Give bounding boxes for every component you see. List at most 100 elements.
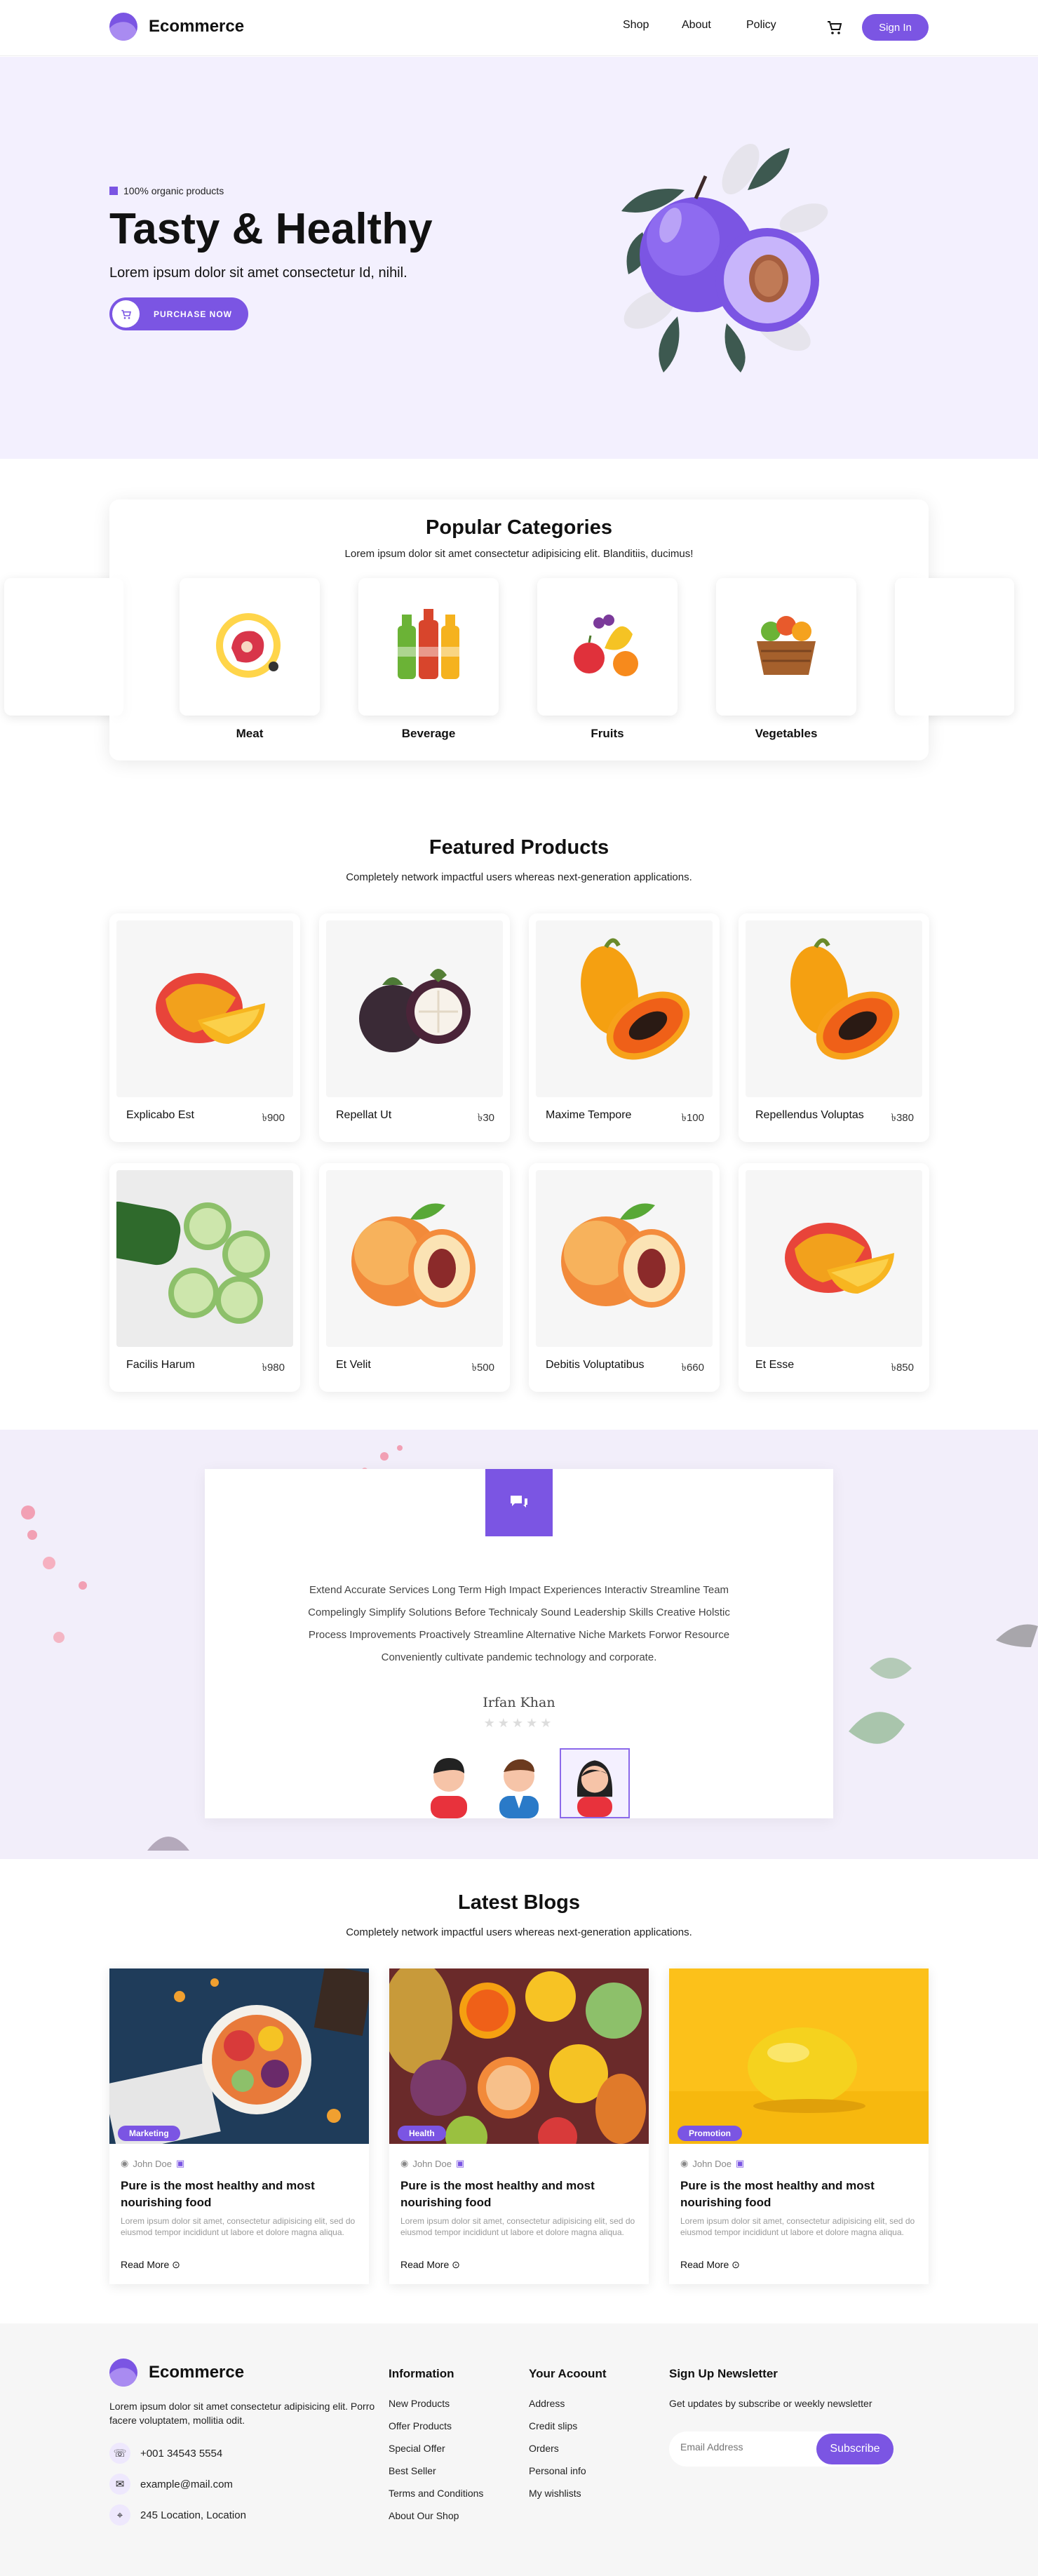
product-name[interactable]: Repellendus Voluptas — [755, 1109, 864, 1122]
product-price: ৳380 — [891, 1110, 914, 1127]
footer-account-title: Your Acoount — [529, 2367, 607, 2380]
product-price: ৳980 — [262, 1360, 285, 1377]
category-label-fruits: Fruits — [591, 727, 624, 740]
product-image[interactable] — [326, 920, 503, 1097]
footer-phone[interactable]: ☏ +001 34543 5554 — [109, 2443, 222, 2464]
chat-icon — [485, 1469, 553, 1536]
product-image[interactable] — [536, 920, 713, 1097]
product-image[interactable] — [116, 1170, 293, 1347]
testimonial-line: Process Improvements Proactively Streaml… — [308, 1629, 730, 1641]
logo-icon — [109, 2359, 137, 2387]
subscribe-button[interactable]: Subscribe — [816, 2434, 894, 2464]
blog-category-badge[interactable]: Health — [398, 2126, 446, 2141]
product-card[interactable]: Facilis Harum ৳980 — [109, 1163, 300, 1392]
read-more-link[interactable]: Read More ⊙ — [400, 2259, 460, 2271]
footer-link[interactable]: Address — [529, 2398, 565, 2409]
price-value: 850 — [896, 1362, 914, 1374]
category-card-beverage[interactable] — [358, 578, 499, 716]
purchase-now-button[interactable]: PURCHASE NOW — [109, 297, 248, 330]
cart-icon[interactable] — [826, 19, 843, 39]
nav-policy[interactable]: Policy — [746, 19, 776, 32]
footer-link[interactable]: About Our Shop — [389, 2510, 459, 2521]
blog-card[interactable]: Marketing ◉ John Doe ▣ Pure is the most he… — [109, 1968, 369, 2284]
product-card[interactable]: Et Velit ৳500 — [319, 1163, 510, 1392]
product-name[interactable]: Repellat Ut — [336, 1109, 391, 1122]
category-card-meat[interactable] — [180, 578, 320, 716]
footer-location: ⌖ 245 Location, Location — [109, 2504, 246, 2525]
product-image[interactable] — [326, 1170, 503, 1347]
product-name[interactable]: Explicabo Est — [126, 1109, 194, 1122]
brand-logo[interactable]: Ecommerce — [109, 13, 244, 41]
testimonial-line: Extend Accurate Services Long Term High … — [309, 1584, 729, 1596]
newsletter-text: Get updates by subscribe or weekly newsl… — [669, 2398, 872, 2409]
price-value: 100 — [686, 1112, 704, 1124]
arrow-circle-icon: ⊙ — [732, 2259, 740, 2270]
footer-link[interactable]: Credit slips — [529, 2420, 577, 2431]
footer-link[interactable]: My wishlists — [529, 2488, 581, 2499]
category-card-fruits[interactable] — [537, 578, 678, 716]
blog-meta: ◉ John Doe ▣ — [400, 2158, 464, 2169]
product-image[interactable] — [116, 920, 293, 1097]
footer-link[interactable]: Orders — [529, 2443, 559, 2454]
product-card[interactable]: Explicabo Est ৳900 — [109, 913, 300, 1142]
product-card[interactable]: Repellendus Voluptas ৳380 — [739, 913, 929, 1142]
product-name[interactable]: Et Velit — [336, 1359, 371, 1371]
featured-subtitle: Completely network impactful users where… — [346, 871, 692, 883]
product-name[interactable]: Et Esse — [755, 1359, 794, 1371]
location-pin-icon: ⌖ — [109, 2504, 130, 2525]
organic-tag: 100% organic products — [109, 185, 224, 196]
product-name[interactable]: Maxime Tempore — [546, 1109, 631, 1122]
sign-in-button[interactable]: Sign In — [862, 14, 929, 41]
reviewer-name: Irfan Khan — [483, 1695, 555, 1710]
currency-symbol: ৳ — [471, 1362, 477, 1374]
product-card[interactable]: Et Esse ৳850 — [739, 1163, 929, 1392]
category-label-meat: Meat — [236, 727, 264, 740]
read-more-link[interactable]: Read More ⊙ — [121, 2259, 180, 2271]
footer-link[interactable]: New Products — [389, 2398, 450, 2409]
product-price: ৳900 — [262, 1110, 285, 1127]
plum-illustration — [621, 143, 828, 373]
read-more-link[interactable]: Read More ⊙ — [680, 2259, 740, 2271]
reviewer-avatar[interactable] — [484, 1748, 554, 1818]
vegetables-icon — [757, 616, 816, 675]
phone-icon: ☏ — [109, 2443, 130, 2464]
footer-brand-logo[interactable]: Ecommerce — [109, 2359, 244, 2387]
product-card[interactable]: Repellat Ut ৳30 — [319, 913, 510, 1142]
product-image[interactable] — [746, 1170, 922, 1347]
footer-info-title: Information — [389, 2367, 454, 2380]
category-card-vegetables[interactable] — [716, 578, 856, 716]
featured-header: Featured Products Completely network imp… — [109, 835, 929, 883]
currency-symbol: ৳ — [681, 1362, 687, 1374]
nav-shop[interactable]: Shop — [623, 19, 649, 32]
product-name[interactable]: Debitis Voluptatibus — [546, 1359, 645, 1371]
product-card[interactable]: Debitis Voluptatibus ৳660 — [529, 1163, 720, 1392]
currency-symbol: ৳ — [262, 1362, 267, 1374]
footer-email[interactable]: ✉ example@mail.com — [109, 2474, 233, 2495]
reviewer-avatar-selected[interactable] — [560, 1748, 630, 1818]
blog-card[interactable]: Health ◉ John Doe ▣ Pure is the most healt… — [389, 1968, 649, 2284]
blog-title[interactable]: Pure is the most healthy and most nouris… — [121, 2178, 359, 2211]
testimonial-line: Conveniently cultivate pandemic technolo… — [381, 1651, 657, 1663]
cart-icon — [112, 300, 140, 328]
footer-link[interactable]: Personal info — [529, 2465, 586, 2476]
footer-link[interactable]: Offer Products — [389, 2420, 452, 2431]
blog-title[interactable]: Pure is the most healthy and most nouris… — [400, 2178, 639, 2211]
product-image[interactable] — [536, 1170, 713, 1347]
blog-category-badge[interactable]: Marketing — [118, 2126, 180, 2141]
blog-category-badge[interactable]: Promotion — [678, 2126, 742, 2141]
footer-link[interactable]: Special Offer — [389, 2443, 445, 2454]
product-card[interactable]: Maxime Tempore ৳100 — [529, 913, 720, 1142]
product-image[interactable] — [746, 920, 922, 1097]
footer-link[interactable]: Terms and Conditions — [389, 2488, 483, 2499]
categories-subtitle: Lorem ipsum dolor sit amet consectetur a… — [344, 548, 694, 560]
blog-author: John Doe — [412, 2158, 452, 2169]
nav-about[interactable]: About — [682, 19, 711, 32]
reviewer-avatar[interactable] — [414, 1748, 484, 1818]
blog-title[interactable]: Pure is the most healthy and most nouris… — [680, 2178, 919, 2211]
newsletter-email-input[interactable] — [680, 2441, 807, 2453]
product-name[interactable]: Facilis Harum — [126, 1359, 195, 1371]
category-card-partial[interactable] — [4, 578, 123, 716]
fade-left — [109, 499, 142, 760]
blog-card[interactable]: Promotion ◉ John Doe ▣ Pure is the most he… — [669, 1968, 929, 2284]
footer-link[interactable]: Best Seller — [389, 2465, 436, 2476]
